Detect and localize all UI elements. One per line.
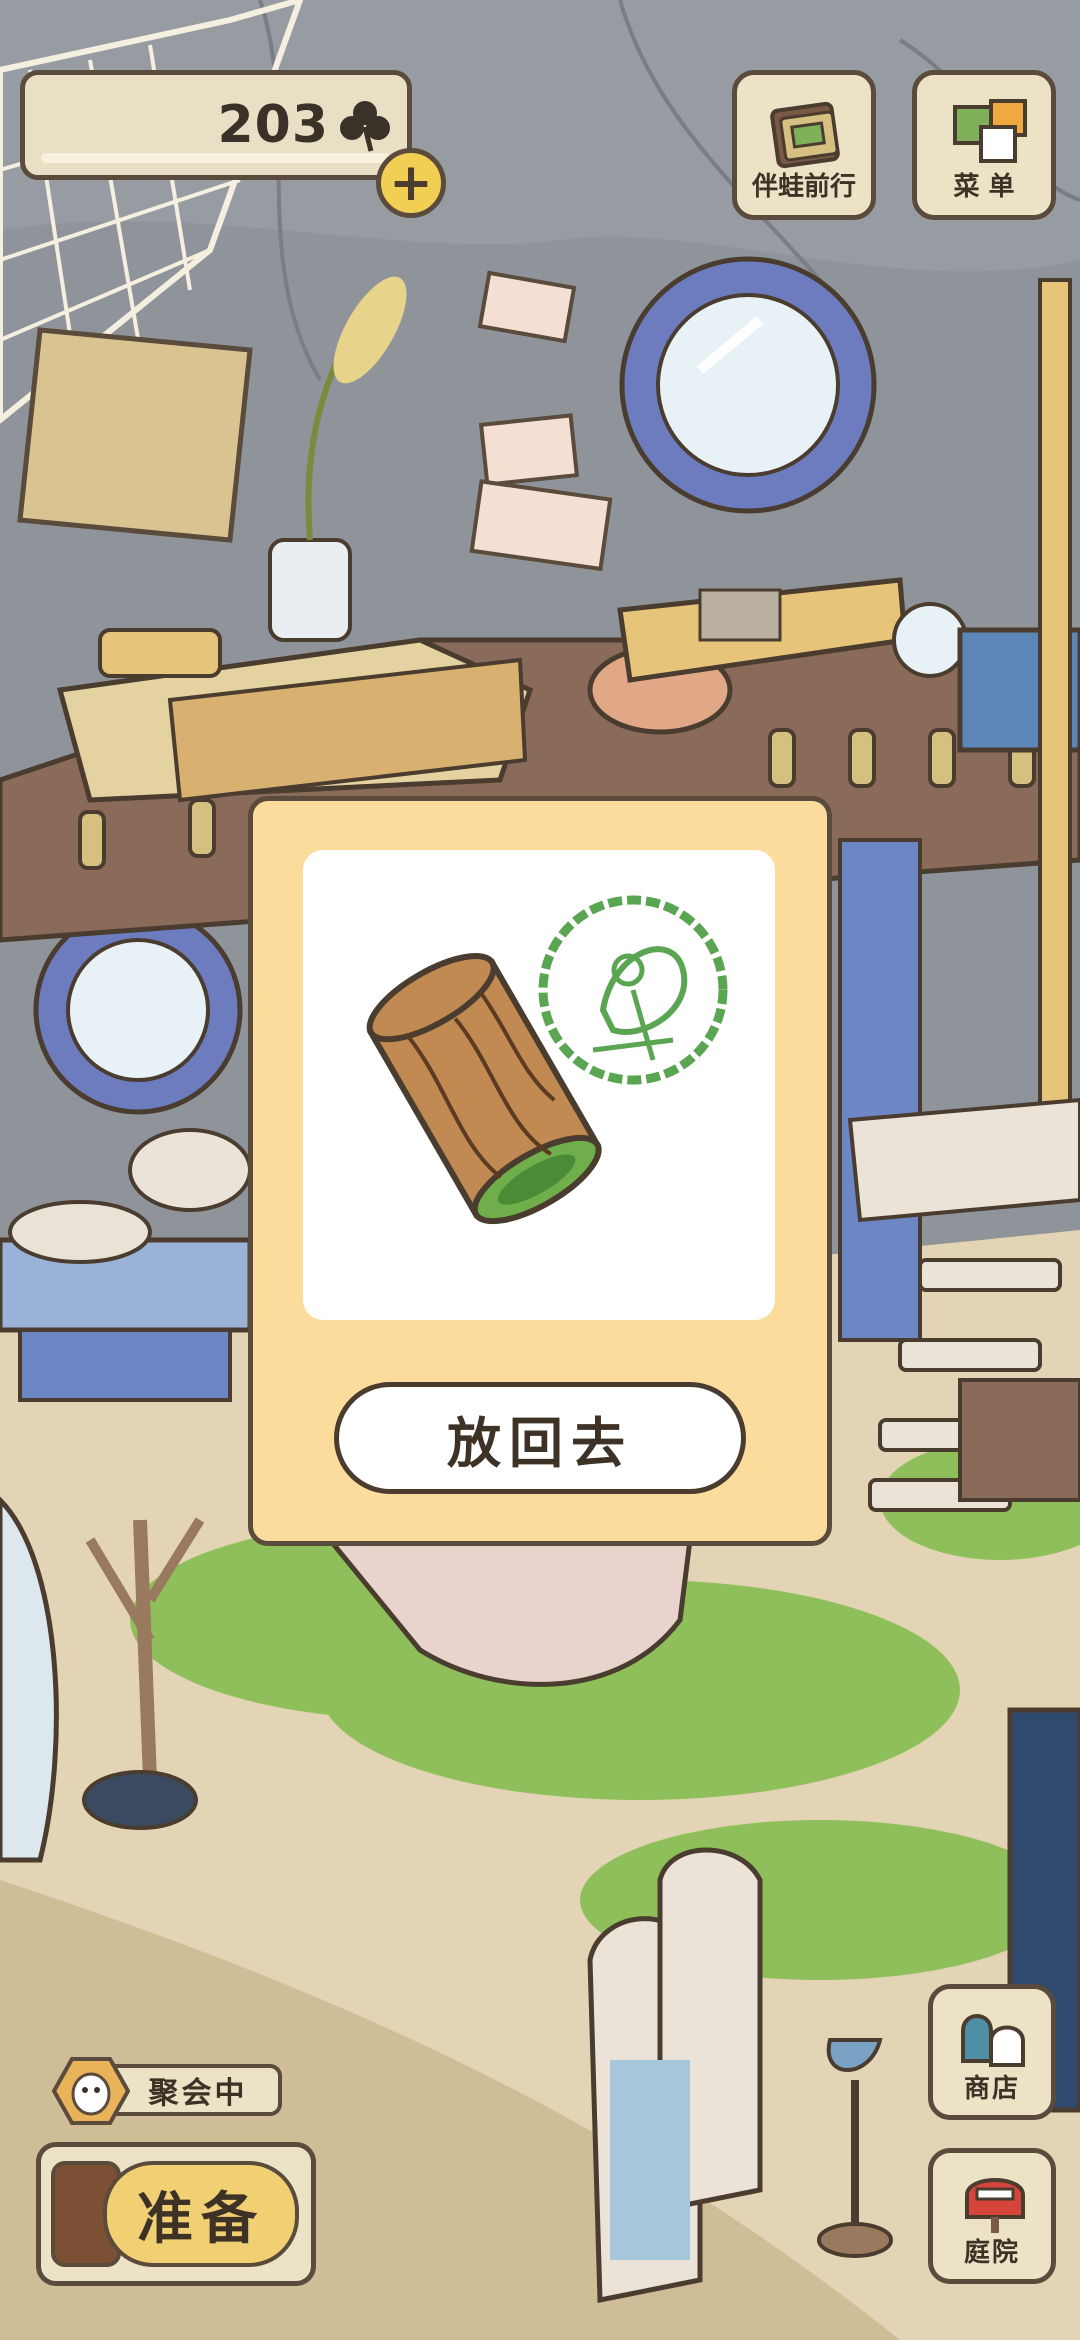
clover-counter: 203 xyxy=(20,70,412,180)
menu-button[interactable]: 菜 单 xyxy=(912,70,1056,220)
travel-with-frog-button[interactable]: 伴蛙前行 xyxy=(732,70,876,220)
prepare-label: 准备 xyxy=(137,2186,265,2252)
garden-label: 庭院 xyxy=(963,2238,1020,2268)
party-status-badge[interactable]: 聚会中 xyxy=(52,2056,284,2125)
prepare-button[interactable]: 准备 xyxy=(36,2142,316,2286)
prepare-label-plate: 准备 xyxy=(103,2161,299,2267)
clover-icon xyxy=(340,101,390,152)
garden-button[interactable]: 庭院 xyxy=(928,2148,1056,2284)
shop-label: 商店 xyxy=(963,2074,1020,2104)
bird-avatar-icon xyxy=(52,2057,130,2125)
menu-label: 菜 单 xyxy=(953,172,1015,202)
shop-bag-icon xyxy=(961,2014,1025,2067)
plus-icon: + xyxy=(389,153,433,213)
album-icon xyxy=(770,101,840,169)
clover-count: 203 xyxy=(217,95,329,155)
party-status-label: 聚会中 xyxy=(148,2076,248,2111)
item-photo xyxy=(303,850,775,1320)
put-back-label: 放回去 xyxy=(447,1411,633,1475)
frog-stamp-icon xyxy=(538,895,728,1085)
shop-button[interactable]: 商店 xyxy=(928,1984,1056,2120)
put-back-button[interactable]: 放回去 xyxy=(334,1382,746,1494)
menu-icon xyxy=(953,99,1027,163)
clover-bar-highlight xyxy=(41,153,391,163)
mailbox-icon xyxy=(965,2178,1025,2233)
travel-with-frog-label: 伴蛙前行 xyxy=(751,172,856,202)
add-clover-button[interactable]: + xyxy=(376,148,446,218)
